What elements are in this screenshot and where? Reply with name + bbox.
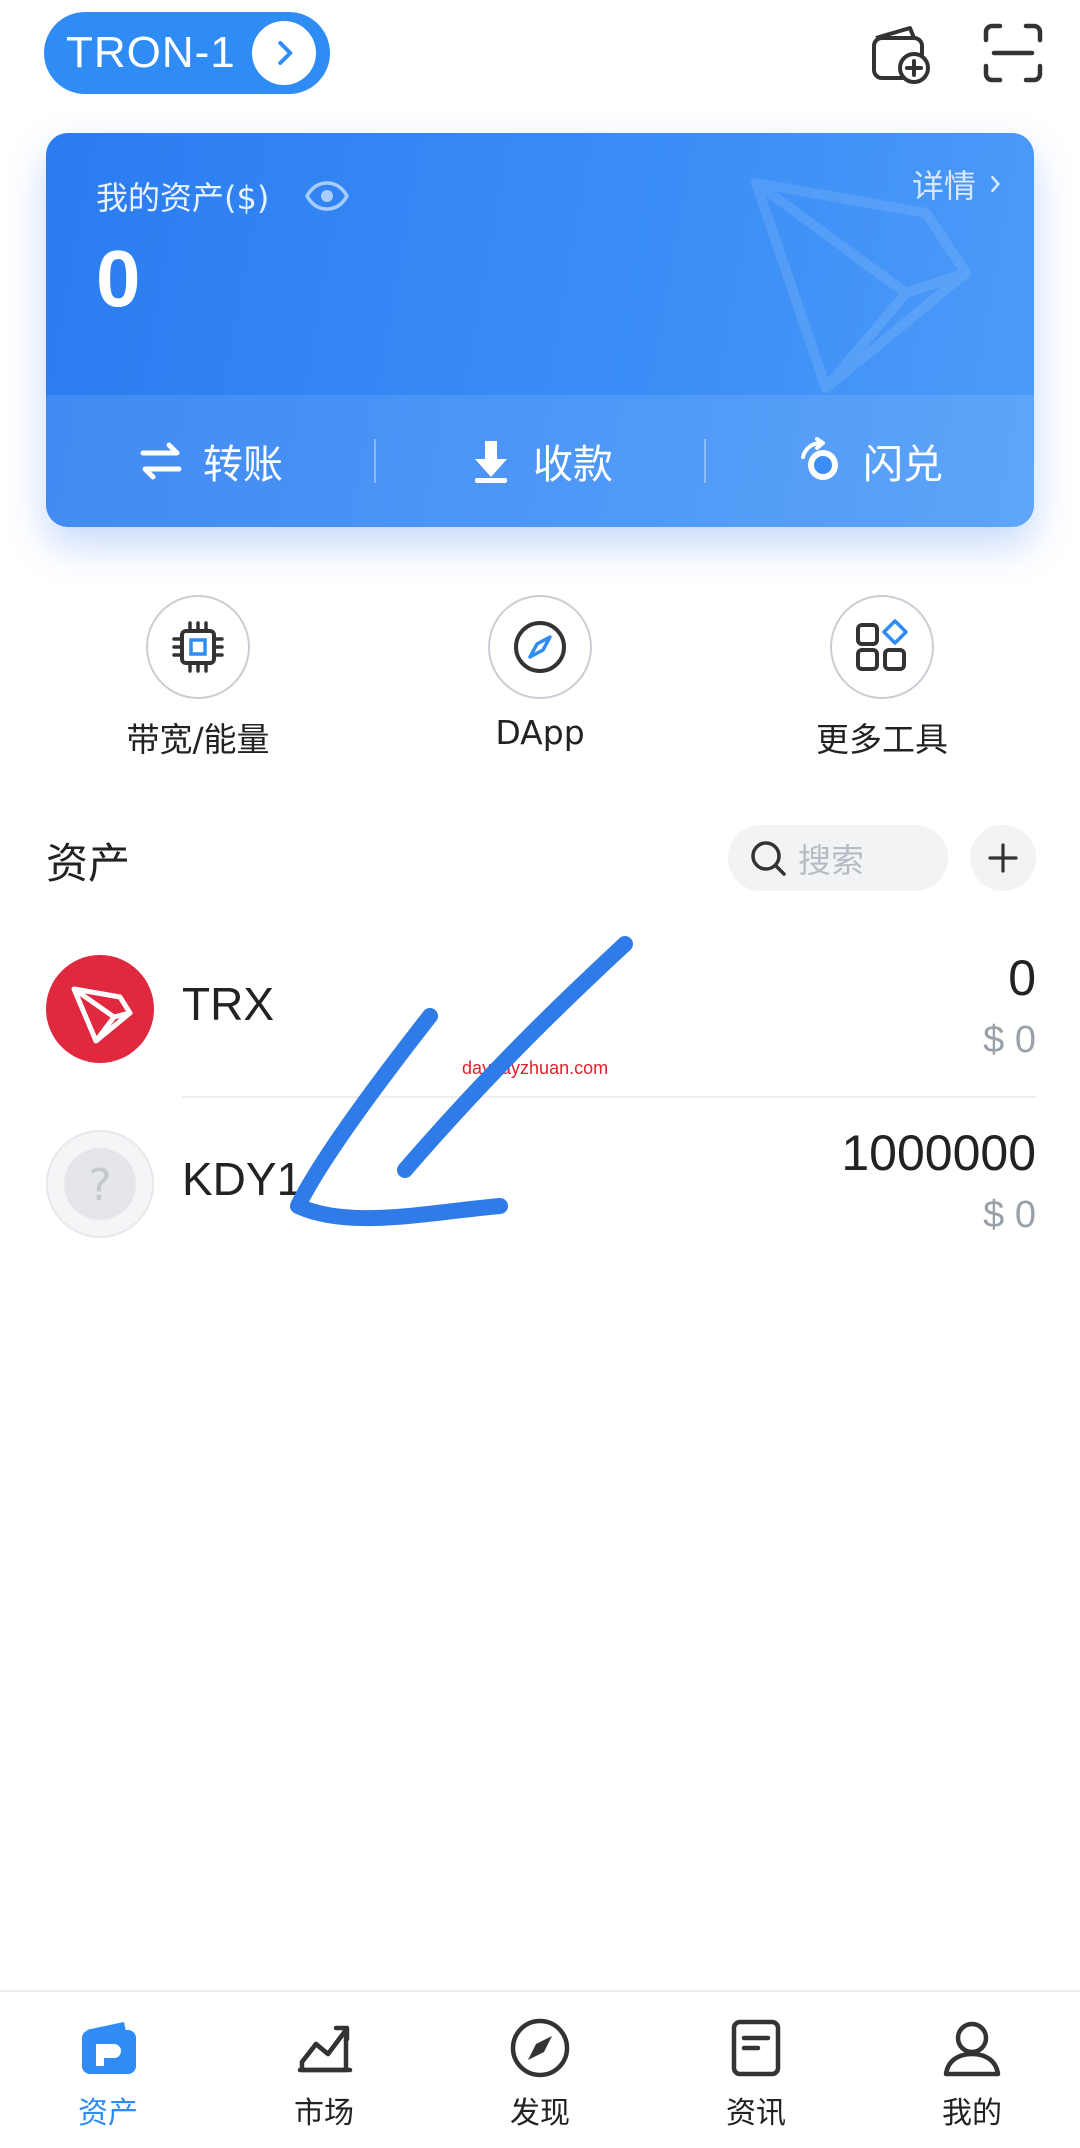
nav-label: 市场 (294, 2096, 354, 2131)
tool-label: 带宽/能量 (126, 720, 270, 759)
transfer-label: 转账 (203, 442, 283, 488)
bandwidth-energy-tool[interactable]: 带宽/能量 (83, 595, 313, 761)
token-amount: 1000000 (841, 1125, 1036, 1181)
nav-me[interactable]: 我的 (864, 1992, 1080, 2148)
tool-icon-circle (488, 595, 592, 699)
tool-label: 更多工具 (816, 720, 948, 759)
user-icon (943, 2021, 1001, 2077)
network-selector[interactable]: TRON-1 (44, 12, 330, 94)
transfer-button[interactable]: 转账 (46, 432, 374, 490)
asset-search-input[interactable]: 搜索 (728, 825, 948, 891)
swap-icon (801, 437, 838, 480)
card-action-bar: 转账 收款 闪兑 (46, 395, 1034, 527)
annotation-arrow (290, 936, 633, 1227)
token-usd-value: $ 0 (983, 1194, 1036, 1236)
assets-section-title: 资产 (46, 839, 131, 888)
nav-news[interactable]: 资讯 (648, 1992, 864, 2148)
swap-button[interactable]: 闪兑 (706, 432, 1034, 490)
chip-icon (172, 621, 224, 673)
nav-label: 我的 (942, 2096, 1002, 2131)
nav-discover[interactable]: 发现 (432, 1992, 648, 2148)
dapp-tool[interactable]: DApp (425, 595, 655, 752)
tool-icon-circle (830, 595, 934, 699)
details-label: 详情 (911, 167, 976, 205)
nav-market[interactable]: 市场 (216, 1992, 432, 2148)
add-wallet-icon[interactable] (868, 20, 934, 86)
receive-button[interactable]: 收款 (376, 432, 704, 490)
chart-icon (297, 2025, 353, 2073)
chevron-right-icon (252, 21, 316, 85)
token-name: TRX (182, 978, 274, 1030)
token-amount: 0 (1008, 950, 1036, 1006)
swap-label: 闪兑 (863, 442, 943, 488)
search-placeholder: 搜索 (798, 841, 864, 880)
tool-label: DApp (495, 713, 585, 752)
wallet-icon (82, 2022, 136, 2074)
receive-label: 收款 (533, 442, 613, 488)
my-assets-label: 我的资产($) (96, 179, 270, 217)
network-name: TRON-1 (66, 28, 236, 77)
tool-icon-circle (146, 595, 250, 699)
total-balance: 0 (96, 234, 141, 323)
grid-icon (856, 619, 908, 671)
unknown-token-icon: ? (46, 1130, 154, 1238)
more-tools[interactable]: 更多工具 (767, 595, 997, 761)
asset-card: 我的资产($) 详情 0 转账 收款 闪兑 (46, 133, 1034, 527)
eye-icon[interactable] (304, 173, 350, 219)
receive-icon (475, 441, 507, 483)
scan-icon[interactable] (980, 20, 1046, 86)
nav-assets[interactable]: 资产 (0, 1992, 216, 2148)
news-icon (731, 2019, 781, 2077)
add-token-button[interactable] (970, 825, 1036, 891)
search-icon (751, 841, 786, 876)
bottom-nav: 资产 市场 发现 资讯 我的 (0, 1990, 1080, 2148)
compass-icon (514, 621, 566, 673)
compass-icon (510, 2018, 570, 2078)
svg-text:?: ? (88, 1160, 111, 1211)
chevron-right-icon (990, 175, 1001, 193)
nav-label: 资讯 (726, 2096, 786, 2131)
transfer-icon (140, 442, 182, 480)
nav-label: 发现 (510, 2096, 570, 2131)
plus-icon (988, 843, 1018, 873)
details-link[interactable]: 详情 (912, 161, 1004, 207)
token-usd-value: $ 0 (983, 1019, 1036, 1061)
nav-label: 资产 (78, 2096, 138, 2131)
tron-logo-icon (46, 955, 154, 1063)
